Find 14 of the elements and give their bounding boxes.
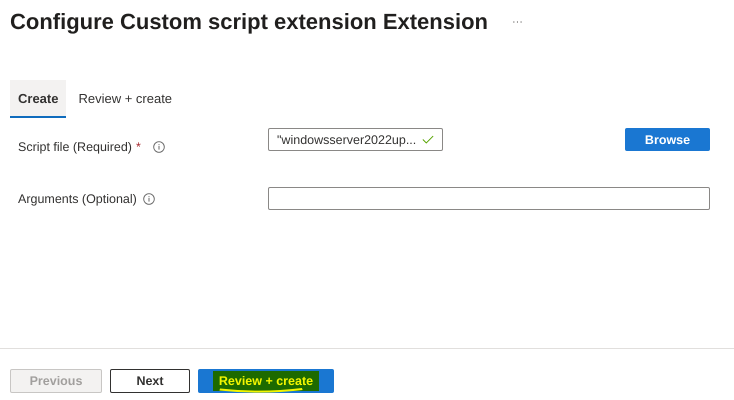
more-button[interactable]: ··· [512,16,523,28]
tab[interactable]: Create [10,80,66,118]
field-label: Arguments (Optional) [18,192,137,206]
script-file-field[interactable]: "windowsserver2022up... [268,128,443,151]
info-icon[interactable] [152,140,165,152]
info-icon[interactable] [142,192,155,204]
footer-button[interactable]: Next [110,369,190,393]
field-label: Script file (Required) [18,140,132,154]
footer-button[interactable]: Review + create [198,369,334,393]
page-title: Configure Custom script extension Extension [10,9,488,35]
tab[interactable]: Review + create [70,80,180,118]
browse-button[interactable]: Browse [625,128,710,151]
required-mark: * [136,140,141,154]
arguments-field[interactable] [268,187,710,210]
